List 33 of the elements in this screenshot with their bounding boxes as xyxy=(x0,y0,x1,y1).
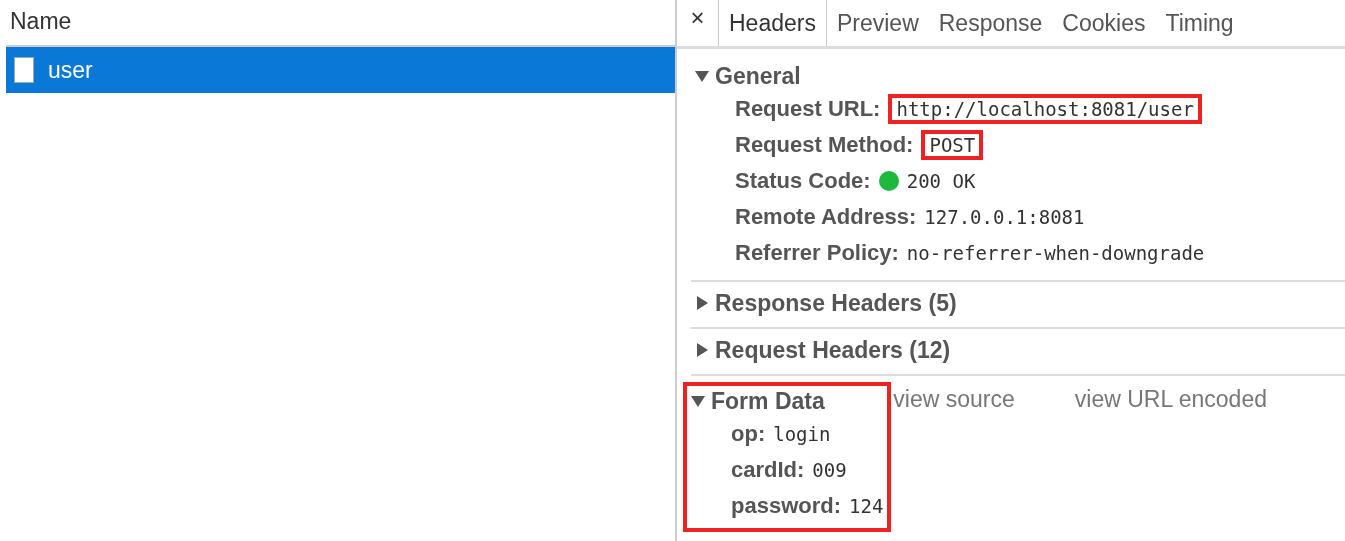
tab[interactable]: Preview xyxy=(826,0,929,46)
tab[interactable]: Response xyxy=(928,0,1053,46)
field-label: cardId: xyxy=(731,457,805,483)
section-title[interactable]: Request Headers (12) xyxy=(715,336,951,364)
section-title[interactable]: Response Headers (5) xyxy=(715,289,957,317)
field-value: no-referrer-when-downgrade xyxy=(906,242,1205,264)
expand-arrow-icon[interactable] xyxy=(695,296,709,310)
field-label: Request URL: xyxy=(735,96,881,122)
expand-arrow-icon[interactable] xyxy=(695,343,709,357)
field-value: 200 OK xyxy=(906,170,976,192)
field-label: Remote Address: xyxy=(735,204,917,230)
field-label: Status Code: xyxy=(735,168,871,194)
expand-arrow-icon[interactable] xyxy=(691,394,705,408)
tab[interactable]: Timing xyxy=(1155,0,1244,46)
field-value: login xyxy=(773,423,831,445)
section-title[interactable]: Form Data xyxy=(711,387,825,415)
field-value: 009 xyxy=(812,459,847,481)
field-value: POST xyxy=(921,130,984,160)
field-label: Request Method: xyxy=(735,132,914,158)
field-value: http://localhost:8081/user xyxy=(888,94,1202,124)
file-icon xyxy=(14,57,34,83)
field-label: password: xyxy=(731,493,842,519)
request-row[interactable]: user xyxy=(6,47,675,93)
field-label: Referrer Policy: xyxy=(735,240,899,266)
request-name: user xyxy=(48,56,93,84)
field-value: 124 xyxy=(849,495,884,517)
view-link[interactable]: view URL encoded xyxy=(1074,386,1267,413)
field-value: 127.0.0.1:8081 xyxy=(924,206,1085,228)
field-label: op: xyxy=(731,421,766,447)
tab[interactable]: Cookies xyxy=(1052,0,1156,46)
section-title[interactable]: General xyxy=(715,62,801,90)
view-link[interactable]: view source xyxy=(893,386,1015,413)
expand-arrow-icon[interactable] xyxy=(695,69,709,83)
